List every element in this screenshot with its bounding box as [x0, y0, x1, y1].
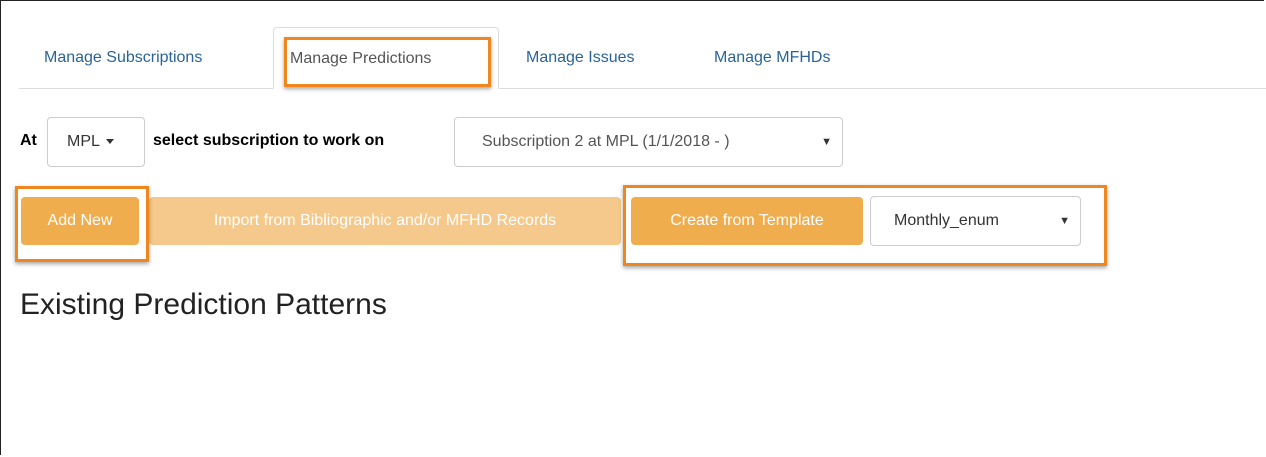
tab-manage-predictions[interactable]: Manage Predictions	[273, 27, 499, 89]
page-frame: Manage Subscriptions Manage Predictions …	[0, 0, 1266, 455]
caret-down-icon	[105, 139, 114, 145]
template-select[interactable]: Monthly_enum ▼	[870, 196, 1081, 246]
select-arrow-icon: ▼	[1059, 215, 1070, 227]
library-value: MPL	[67, 133, 100, 150]
tab-manage-subscriptions[interactable]: Manage Subscriptions	[28, 27, 218, 88]
create-from-template-button[interactable]: Create from Template	[631, 197, 863, 245]
subscription-value: Subscription 2 at MPL (1/1/2018 - )	[482, 133, 730, 150]
add-new-button[interactable]: Add New	[21, 197, 139, 245]
select-subscription-label: select subscription to work on	[153, 132, 385, 149]
existing-patterns-heading: Existing Prediction Patterns	[20, 288, 387, 321]
select-arrow-icon: ▼	[821, 136, 832, 148]
tab-bar: Manage Subscriptions Manage Predictions …	[19, 27, 1266, 89]
at-label: At	[20, 132, 37, 149]
library-dropdown[interactable]: MPL	[47, 117, 145, 167]
import-records-button[interactable]: Import from Bibliographic and/or MFHD Re…	[149, 197, 621, 245]
subscription-select[interactable]: Subscription 2 at MPL (1/1/2018 - ) ▼	[454, 117, 843, 167]
tab-manage-issues[interactable]: Manage Issues	[510, 27, 651, 88]
template-value: Monthly_enum	[894, 212, 999, 229]
tab-manage-mfhds[interactable]: Manage MFHDs	[698, 27, 846, 88]
